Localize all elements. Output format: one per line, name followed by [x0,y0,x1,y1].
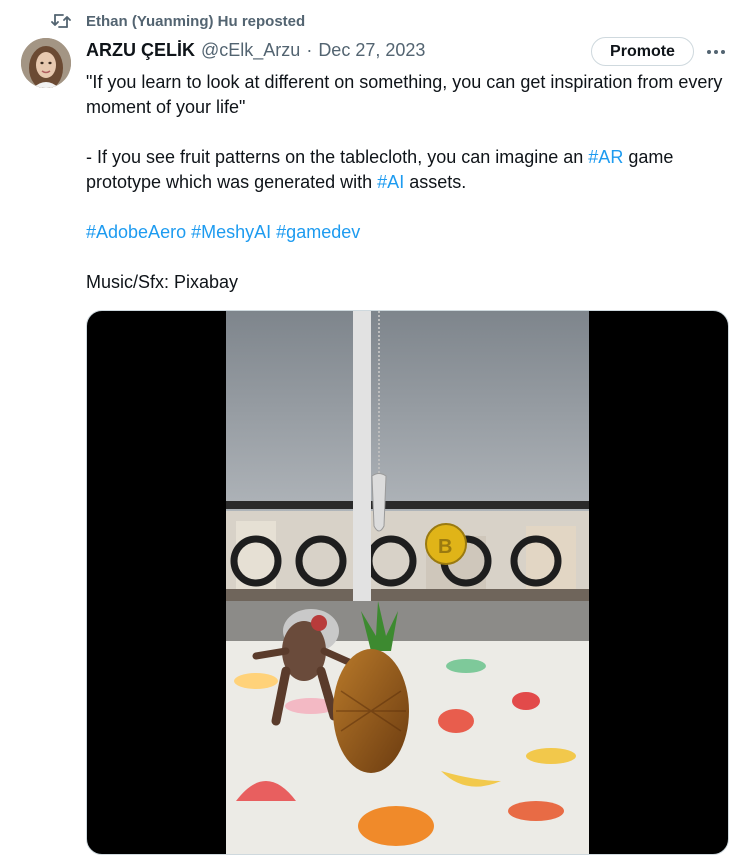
hashtag-gamedev[interactable]: #gamedev [276,222,360,242]
separator-dot: · [306,39,313,60]
author-name[interactable]: ARZU ÇELİK [86,40,195,61]
hashtag-ai[interactable]: #AI [377,172,404,192]
hashtag-meshyai[interactable]: #MeshyAI [191,222,271,242]
hashtag-adobeaero[interactable]: #AdobeAero [86,222,186,242]
more-icon[interactable] [705,43,727,61]
tweet-text: "If you learn to look at different on so… [86,70,730,295]
repost-icon [50,10,72,32]
video-frame[interactable]: B [226,311,589,854]
tweet-date[interactable]: Dec 27, 2023 [318,40,425,61]
description-part-1: - If you see fruit patterns on the table… [86,147,589,167]
author-handle[interactable]: @cElk_Arzu [201,40,300,61]
avatar[interactable] [21,38,71,88]
svg-text:B: B [438,536,452,558]
description-part-3: assets. [404,172,467,192]
hashtag-ar[interactable]: #AR [588,147,623,167]
description-text: - If you see fruit patterns on the table… [86,145,730,195]
promote-button[interactable]: Promote [591,37,694,66]
repost-text[interactable]: Ethan (Yuanming) Hu reposted [86,13,305,30]
video-player[interactable]: B [86,310,729,855]
hashtag-line: #AdobeAero #MeshyAI #gamedev [86,220,730,245]
tweet[interactable]: ARZU ÇELİK @cElk_Arzu · Dec 27, 2023 "If… [86,36,730,320]
quote-text: "If you learn to look at different on so… [86,72,723,117]
credits-text: Music/Sfx: Pixabay [86,272,239,292]
repost-banner[interactable]: Ethan (Yuanming) Hu reposted [50,10,305,32]
